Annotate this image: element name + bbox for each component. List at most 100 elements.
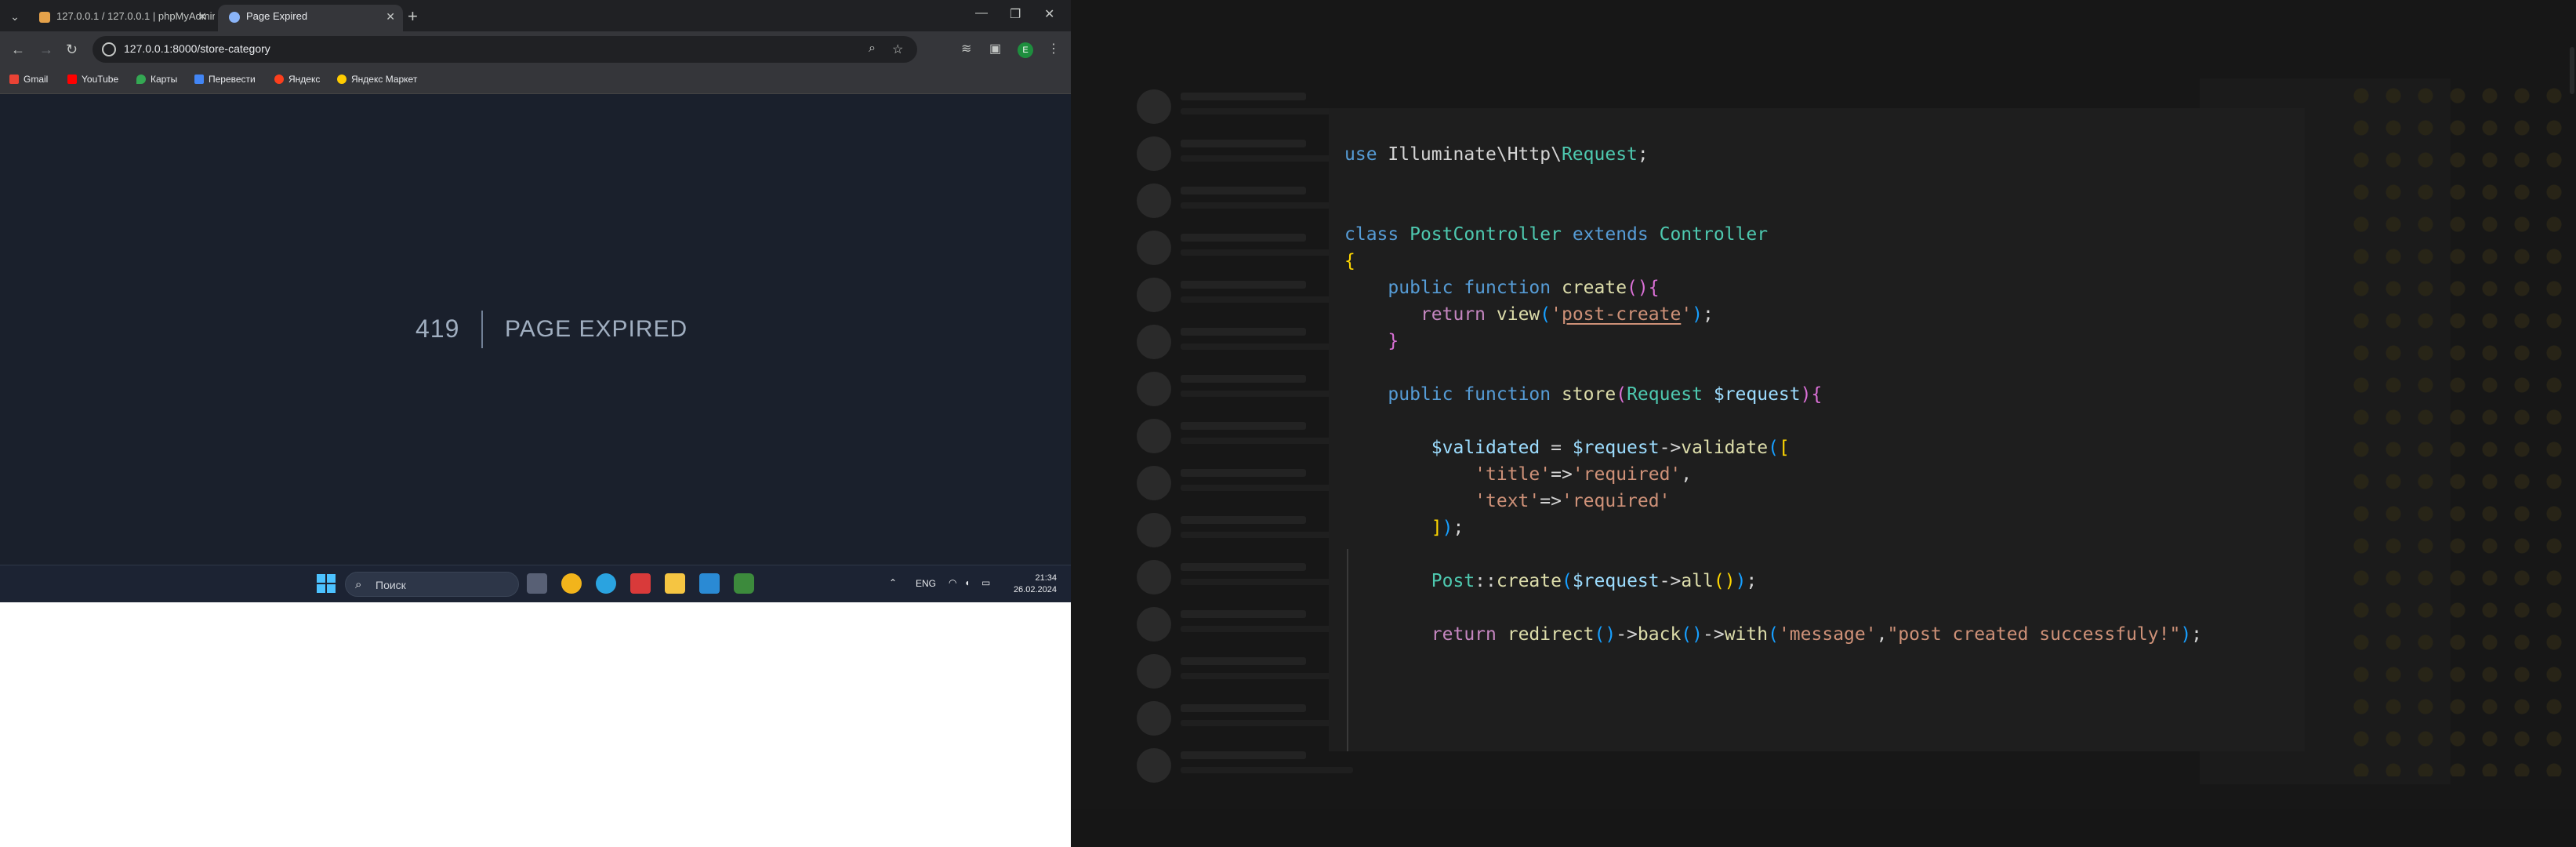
address-bar[interactable]: 127.0.0.1:8000/store-category ⌕ ☆ bbox=[93, 36, 917, 63]
tray-chevron-icon[interactable]: ⌃ bbox=[889, 577, 897, 588]
code-token: post-create bbox=[1561, 304, 1682, 325]
app-green-icon[interactable] bbox=[734, 573, 754, 594]
close-tab-icon[interactable]: ✕ bbox=[198, 5, 207, 28]
code-token: class bbox=[1344, 224, 1410, 245]
tab-title: Page Expired bbox=[246, 10, 308, 22]
chat-avatar bbox=[1137, 325, 1171, 359]
side-panel-icon[interactable]: ▣ bbox=[989, 41, 1001, 56]
translate-icon bbox=[194, 75, 204, 84]
taskbar-search[interactable]: ⌕ Поиск bbox=[345, 572, 519, 597]
telegram-icon[interactable] bbox=[596, 573, 616, 594]
forward-arrow-icon[interactable]: → bbox=[39, 41, 53, 58]
bookmark-youtube[interactable]: YouTube bbox=[67, 74, 118, 85]
bookmark-maps[interactable]: Карты bbox=[136, 74, 177, 85]
profile-avatar[interactable]: Е bbox=[1018, 42, 1033, 58]
chat-list-item[interactable] bbox=[1137, 745, 1372, 789]
wifi-icon[interactable]: ◠ bbox=[949, 577, 956, 588]
tab-title: 127.0.0.1 / 127.0.0.1 | phpMyAdmin bbox=[56, 10, 215, 22]
tab-page-expired[interactable]: Page Expired ✕ bbox=[218, 5, 403, 31]
chat-avatar bbox=[1137, 560, 1171, 594]
bookmark-yandex[interactable]: Яндекс bbox=[274, 74, 320, 85]
code-token: 'required' bbox=[1561, 491, 1671, 511]
code-line: $validated = $request->validate([ bbox=[1344, 434, 2202, 461]
code-line: class PostController extends Controller bbox=[1344, 221, 2202, 248]
chat-avatar bbox=[1137, 278, 1171, 312]
code-token: ( bbox=[1768, 438, 1779, 458]
code-token: extends bbox=[1572, 224, 1660, 245]
tab-phpmyadmin[interactable]: 127.0.0.1 / 127.0.0.1 | phpMyAdmin ✕ bbox=[28, 5, 215, 31]
close-tab-icon[interactable]: ✕ bbox=[386, 5, 395, 28]
code-token: } bbox=[1388, 331, 1399, 351]
code-line: Post::create($request->all()); bbox=[1344, 568, 2202, 594]
code-token: , bbox=[1876, 624, 1888, 645]
chat-avatar bbox=[1137, 372, 1171, 406]
menu-dots-icon[interactable]: ⋮ bbox=[1047, 41, 1060, 56]
vscode-icon[interactable] bbox=[699, 573, 720, 594]
phpmyadmin-favicon-icon bbox=[39, 12, 50, 23]
code-token: (){ bbox=[1627, 278, 1660, 298]
error-message: Page Expired bbox=[505, 316, 688, 342]
back-arrow-icon[interactable]: ← bbox=[11, 41, 25, 58]
bookmark-translate[interactable]: Перевести bbox=[194, 74, 256, 85]
code-token: function bbox=[1464, 384, 1562, 405]
code-token: () bbox=[1594, 624, 1616, 645]
task-view-icon[interactable] bbox=[527, 573, 547, 594]
start-windows-icon[interactable] bbox=[317, 574, 336, 593]
volume-icon[interactable]: ◖ bbox=[964, 577, 970, 588]
bookmark-yandex-market[interactable]: Яндекс Маркет bbox=[337, 74, 417, 85]
page-content: 419 Page Expired bbox=[0, 94, 1071, 565]
code-line: return redirect()->back()->with('message… bbox=[1344, 621, 2202, 648]
site-info-icon[interactable] bbox=[102, 42, 116, 56]
taskbar-search-placeholder: Поиск bbox=[376, 579, 406, 591]
code-token: use bbox=[1344, 144, 1388, 165]
bookmarks-bar: Gmail YouTube Карты Перевести Яндекс Янд… bbox=[0, 67, 1071, 94]
restore-icon[interactable]: ❐ bbox=[1010, 6, 1021, 22]
code-token: function bbox=[1464, 278, 1562, 298]
scrollbar[interactable] bbox=[2570, 47, 2574, 94]
app-red-icon[interactable] bbox=[630, 573, 651, 594]
code-token: return bbox=[1420, 304, 1497, 325]
chat-avatar bbox=[1137, 701, 1171, 736]
reload-icon[interactable]: ↻ bbox=[66, 41, 78, 58]
code-token: { bbox=[1344, 251, 1355, 271]
extensions-icon[interactable]: ≋ bbox=[961, 41, 971, 56]
code-token: -> bbox=[1616, 624, 1638, 645]
zoom-icon[interactable]: ⌕ bbox=[869, 42, 876, 56]
clock-time: 21:34 bbox=[1035, 573, 1057, 583]
new-tab-icon[interactable]: + bbox=[408, 6, 418, 27]
tab-search-chevron-icon[interactable]: ⌄ bbox=[6, 8, 24, 25]
code-token: public bbox=[1388, 278, 1464, 298]
code-line: return view('post-create'); bbox=[1344, 301, 2202, 328]
emoji-panel-dimmed bbox=[2352, 86, 2571, 776]
bookmark-star-icon[interactable]: ☆ bbox=[892, 42, 903, 57]
chrome-icon[interactable] bbox=[561, 573, 582, 594]
code-token: with bbox=[1724, 624, 1769, 645]
browser-window: ⌄ 127.0.0.1 / 127.0.0.1 | phpMyAdmin ✕ P… bbox=[0, 0, 1071, 602]
battery-icon[interactable]: ▭ bbox=[981, 577, 990, 588]
minimize-icon[interactable]: — bbox=[975, 6, 988, 20]
code-token: -> bbox=[1703, 624, 1725, 645]
url-text[interactable]: 127.0.0.1:8000/store-category bbox=[124, 42, 270, 55]
code-line: public function store(Request $request){ bbox=[1344, 381, 2202, 408]
code-token: ' bbox=[1551, 304, 1562, 325]
file-explorer-icon[interactable] bbox=[665, 573, 685, 594]
language-indicator[interactable]: ENG bbox=[916, 578, 936, 589]
system-clock[interactable]: 21:34 26.02.2024 bbox=[1002, 573, 1057, 596]
bookmark-gmail[interactable]: Gmail bbox=[9, 74, 48, 85]
chat-avatar bbox=[1137, 184, 1171, 218]
code-token: ) bbox=[1735, 571, 1747, 591]
code-token: ) bbox=[1692, 304, 1703, 325]
chat-avatar bbox=[1137, 89, 1171, 124]
close-window-icon[interactable]: ✕ bbox=[1044, 6, 1054, 22]
code-line: ]); bbox=[1344, 514, 2202, 541]
yandex-icon bbox=[274, 75, 284, 84]
code-token: () bbox=[1681, 624, 1703, 645]
